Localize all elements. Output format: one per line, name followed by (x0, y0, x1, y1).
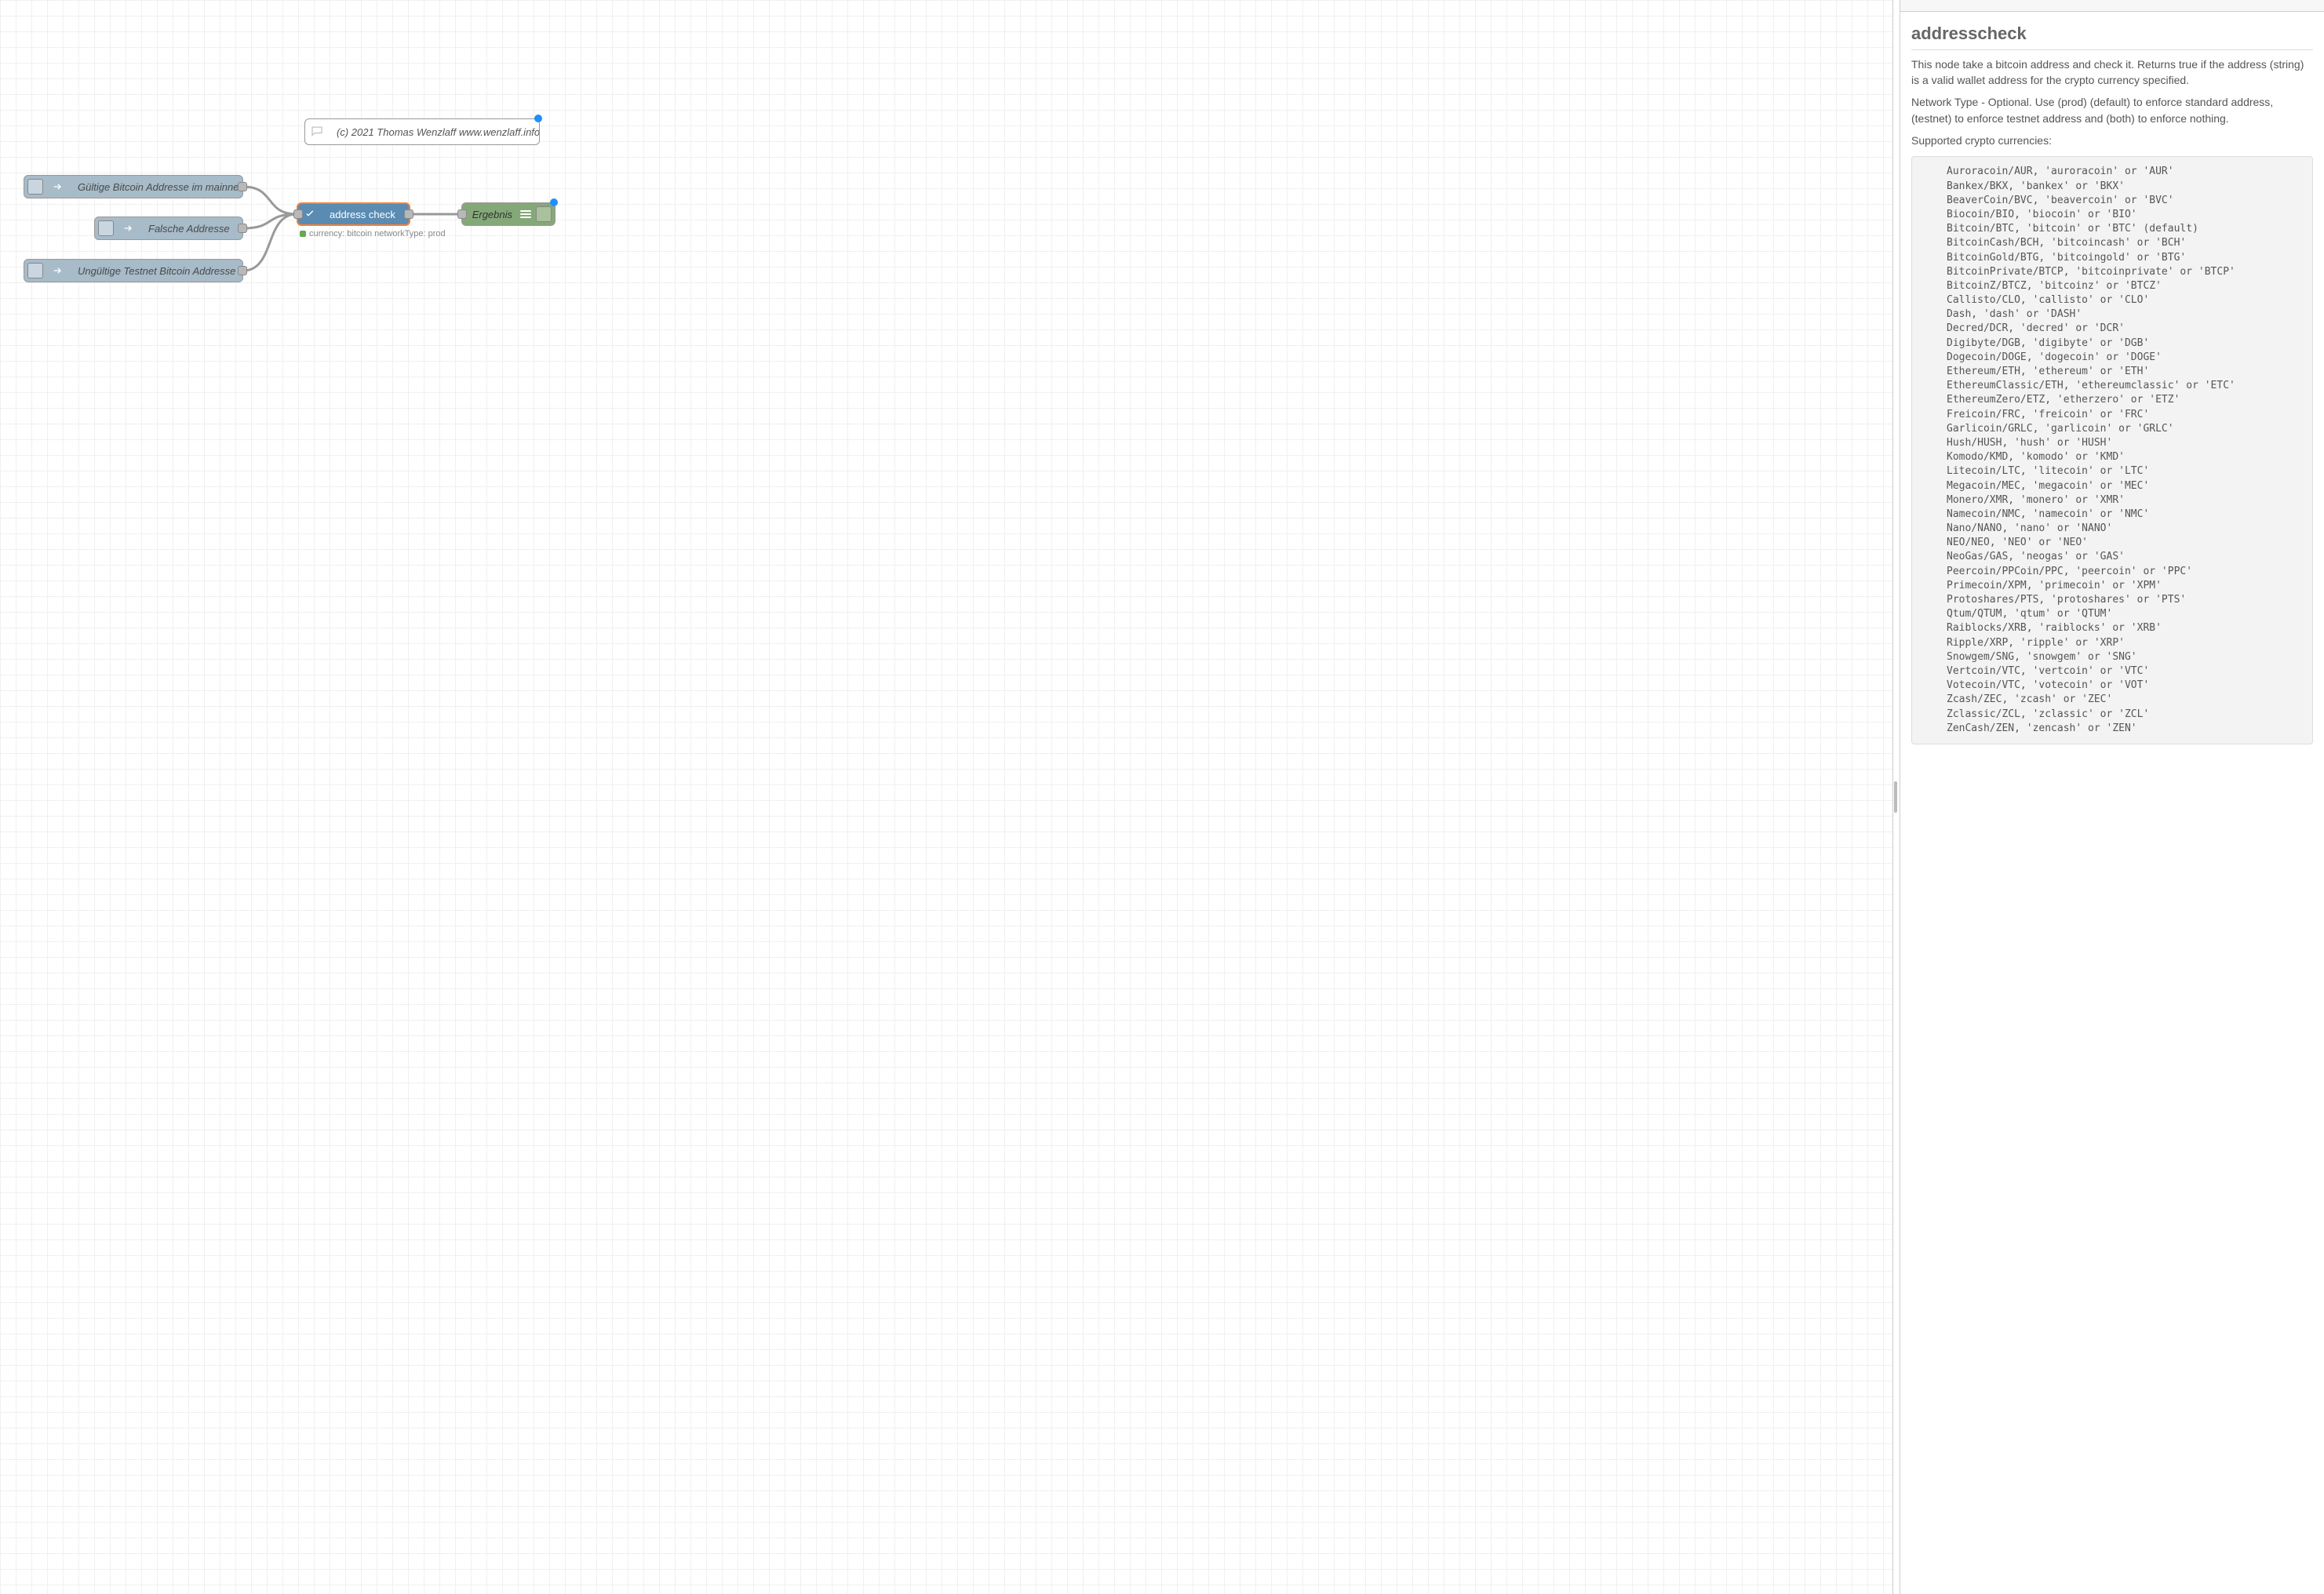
debug-toggle-button[interactable] (536, 206, 552, 222)
debug-node[interactable]: Ergebnis (461, 202, 556, 226)
changed-indicator (550, 198, 558, 206)
arrow-right-icon (46, 176, 70, 198)
flow-canvas[interactable]: (c) 2021 Thomas Wenzlaff www.wenzlaff.in… (0, 0, 1892, 1594)
inject-label: Gültige Bitcoin Addresse im mainnet (70, 181, 242, 193)
inject-label: Falsche Addresse (140, 223, 242, 235)
debug-bars-icon (520, 209, 531, 220)
input-port[interactable] (293, 209, 303, 219)
inject-label: Ungültige Testnet Bitcoin Addresse (70, 265, 242, 277)
inject-trigger-button[interactable] (98, 220, 114, 236)
wires (0, 0, 1892, 1594)
node-status-text: currency: bitcoin networkType: prod (300, 229, 446, 238)
comment-node[interactable]: (c) 2021 Thomas Wenzlaff www.wenzlaff.in… (304, 118, 540, 145)
help-content[interactable]: addresscheck This node take a bitcoin ad… (1900, 12, 2324, 1594)
splitter-grip-icon (1894, 781, 1897, 813)
help-title: addresscheck (1911, 21, 2313, 50)
help-paragraph: This node take a bitcoin address and che… (1911, 56, 2313, 89)
input-port[interactable] (457, 209, 467, 219)
output-port[interactable] (238, 182, 247, 191)
inject-trigger-button[interactable] (27, 263, 43, 278)
output-port[interactable] (238, 266, 247, 275)
inject-node-invalid[interactable]: Falsche Addresse (94, 217, 243, 240)
sidebar-tab-strip[interactable] (1900, 0, 2324, 12)
output-port[interactable] (404, 209, 413, 219)
supported-currencies-list: Auroracoin/AUR, 'auroracoin' or 'AUR' Ba… (1911, 156, 2313, 744)
help-sidebar: addresscheck This node take a bitcoin ad… (1900, 0, 2324, 1594)
status-label: currency: bitcoin networkType: prod (309, 229, 446, 238)
check-label: address check (322, 209, 409, 220)
inject-node-invalid-testnet[interactable]: Ungültige Testnet Bitcoin Addresse (24, 259, 243, 282)
debug-label: Ergebnis (462, 209, 520, 220)
inject-trigger-button[interactable] (27, 179, 43, 195)
comment-icon (305, 119, 329, 144)
help-paragraph: Supported crypto currencies: (1911, 133, 2313, 148)
arrow-right-icon (117, 217, 140, 239)
inject-node-valid-mainnet[interactable]: Gültige Bitcoin Addresse im mainnet (24, 175, 243, 198)
address-check-node[interactable]: address check (297, 202, 410, 226)
comment-label: (c) 2021 Thomas Wenzlaff www.wenzlaff.in… (329, 126, 539, 138)
help-paragraph: Network Type - Optional. Use (prod) (def… (1911, 94, 2313, 126)
changed-indicator (534, 115, 542, 122)
sidebar-splitter[interactable] (1892, 0, 1900, 1594)
output-port[interactable] (238, 224, 247, 233)
arrow-right-icon (46, 260, 70, 282)
status-dot-icon (300, 231, 306, 237)
